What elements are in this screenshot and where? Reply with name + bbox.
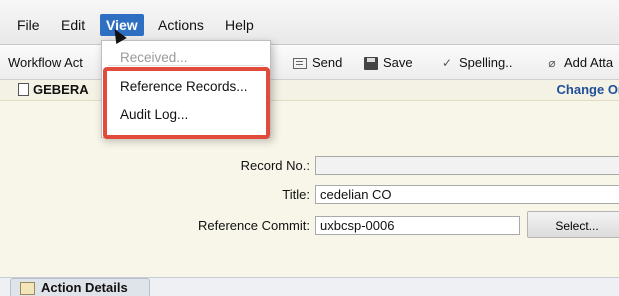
details-icon [20,282,35,295]
spelling-button[interactable]: ✓ Spelling.. [440,54,513,72]
document-icon [18,83,29,96]
paperclip-icon: ⌀ [548,55,556,70]
bottom-tab-bar: Action Details [0,277,619,296]
record-no-field[interactable] [315,156,619,175]
title-field[interactable] [315,185,619,204]
spellcheck-icon: ✓ [441,55,453,70]
menu-separator [108,65,264,66]
save-label: Save [383,55,413,70]
save-button[interactable]: Save [364,54,413,72]
save-icon [364,56,378,70]
reference-commit-label: Reference Commit: [198,218,310,233]
send-icon [293,57,307,69]
send-button[interactable]: Send [293,54,342,72]
toolbar: Workflow Act Send Save ✓ Spelling.. ⌀ Ad… [0,45,619,80]
highlight-annotation [103,67,270,139]
record-no-label: Record No.: [240,158,310,173]
workflow-actions-button[interactable]: Workflow Act [8,54,83,72]
tab-action-details-label: Action Details [41,280,128,295]
menu-help[interactable]: Help [219,14,260,36]
spelling-label: Spelling.. [459,55,513,70]
menu-bar: File Edit View Actions Help [0,0,619,45]
workflow-actions-label: Workflow Act [8,55,83,70]
change-owner-link[interactable]: Change Or [557,82,619,97]
reference-commit-field[interactable] [315,216,520,235]
record-header: GEBERA Change Or [0,80,619,101]
menu-item-received[interactable]: Received... [120,50,188,65]
menu-file[interactable]: File [11,14,46,36]
add-attachment-label: Add Atta [564,55,614,70]
menu-actions[interactable]: Actions [152,14,210,36]
select-button[interactable]: Select... [527,211,619,238]
tab-action-details[interactable]: Action Details [10,278,150,296]
send-label: Send [312,55,343,70]
menu-edit[interactable]: Edit [55,14,91,36]
title-label: Title: [282,187,310,202]
record-title: GEBERA [33,82,89,97]
add-attachment-button[interactable]: ⌀ Add Atta [545,54,613,72]
